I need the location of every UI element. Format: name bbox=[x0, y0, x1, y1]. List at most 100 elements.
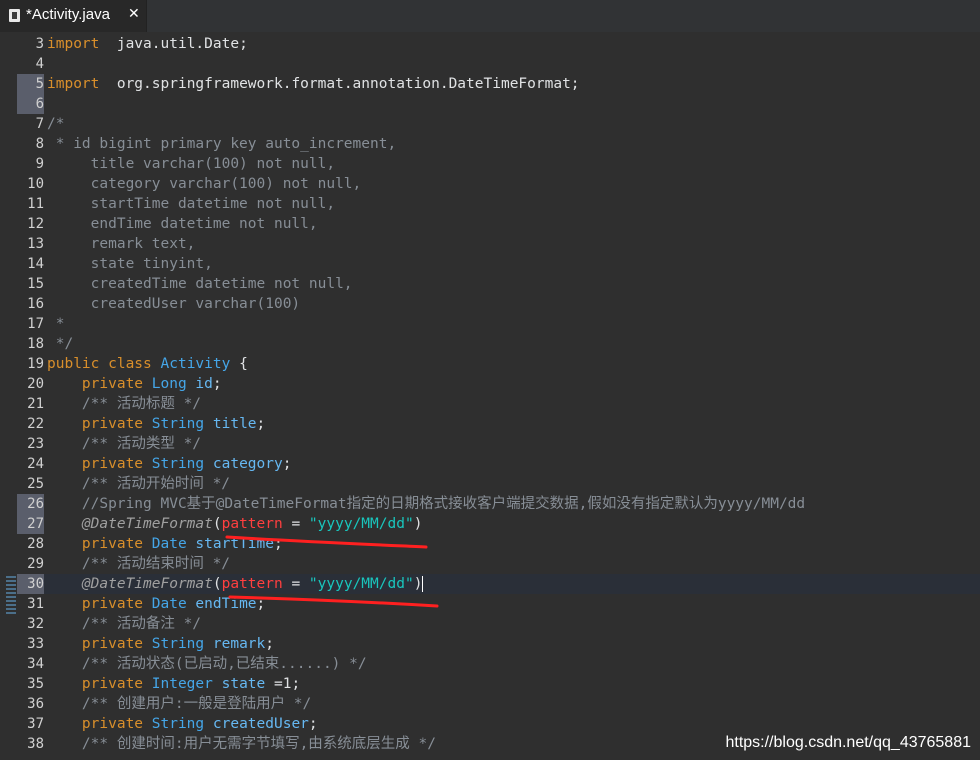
code-token: /* bbox=[47, 116, 65, 132]
code-line[interactable]: 15 createdTime datetime not null, bbox=[0, 274, 980, 294]
code-text: /** 创建时间:用户无需字节填写,由系统底层生成 */ bbox=[47, 734, 436, 754]
code-line[interactable]: 36 /** 创建用户:一般是登陆用户 */ bbox=[0, 694, 980, 714]
code-token: ) bbox=[413, 576, 423, 592]
blog-watermark: https://blog.csdn.net/qq_43765881 bbox=[725, 734, 971, 751]
code-line[interactable]: 30 @DateTimeFormat(pattern = "yyyy/MM/dd… bbox=[0, 574, 980, 594]
code-line[interactable]: 37 private String createdUser; bbox=[0, 714, 980, 734]
code-line[interactable]: 8 * id bigint primary key auto_increment… bbox=[0, 134, 980, 154]
line-number: 31 bbox=[27, 596, 44, 612]
line-number: 29 bbox=[27, 556, 44, 572]
code-text: private Long id; bbox=[47, 374, 222, 394]
code-line[interactable]: 28 private Date startTime; bbox=[0, 534, 980, 554]
line-number: 34 bbox=[27, 656, 44, 672]
code-line[interactable]: 10 category varchar(100) not null, bbox=[0, 174, 980, 194]
line-number: 35 bbox=[27, 676, 44, 692]
code-token: = bbox=[282, 516, 309, 532]
code-token: endTime datetime not null, bbox=[47, 216, 318, 232]
code-token: "yyyy/MM/dd" bbox=[308, 516, 414, 532]
code-line[interactable]: 4 bbox=[0, 54, 980, 74]
code-token: /** 活动状态(已启动,已结束......) */ bbox=[47, 656, 367, 672]
line-number: 5 bbox=[35, 76, 44, 92]
code-line[interactable]: 6 bbox=[0, 94, 980, 114]
code-token: String bbox=[151, 416, 213, 432]
code-token: ; bbox=[256, 596, 266, 612]
line-number: 4 bbox=[35, 56, 44, 72]
code-line[interactable]: 26 //Spring MVC基于@DateTimeFormat指定的日期格式接… bbox=[0, 494, 980, 514]
code-line[interactable]: 19 public class Activity { bbox=[0, 354, 980, 374]
code-line[interactable]: 22 private String title; bbox=[0, 414, 980, 434]
code-token: startTime datetime not null, bbox=[47, 196, 336, 212]
code-editor[interactable]: 3 import java.util.Date; 4 5 import org.spri… bbox=[0, 34, 980, 760]
line-number: 20 bbox=[27, 376, 44, 392]
line-number: 24 bbox=[27, 456, 44, 472]
code-token: ( bbox=[212, 576, 222, 592]
code-token: state bbox=[221, 676, 274, 692]
code-text: private Date startTime; bbox=[47, 534, 283, 554]
code-line[interactable]: 14 state tinyint, bbox=[0, 254, 980, 274]
code-line[interactable]: 21 /** 活动标题 */ bbox=[0, 394, 980, 414]
line-number: 22 bbox=[27, 416, 44, 432]
code-token: createdUser varchar(100) bbox=[47, 296, 301, 312]
code-text: */ bbox=[47, 334, 73, 354]
code-token: ; bbox=[282, 456, 292, 472]
code-text: /** 活动状态(已启动,已结束......) */ bbox=[47, 654, 367, 674]
code-line[interactable]: 7/* bbox=[0, 114, 980, 134]
code-text: category varchar(100) not null, bbox=[47, 174, 362, 194]
line-number: 12 bbox=[27, 216, 44, 232]
code-token: import bbox=[47, 36, 100, 52]
code-token: /** 活动标题 */ bbox=[47, 396, 202, 412]
code-line[interactable]: 35 private Integer state =1; bbox=[0, 674, 980, 694]
code-token: @DateTimeFormat bbox=[81, 516, 213, 532]
code-line[interactable]: 3 import java.util.Date; bbox=[0, 34, 980, 54]
code-line[interactable]: 31 private Date endTime; bbox=[0, 594, 980, 614]
code-token: org.springframework.format.annotation.Da… bbox=[99, 76, 580, 92]
line-number: 8 bbox=[35, 136, 44, 152]
code-text: import org.springframework.format.annota… bbox=[47, 74, 580, 94]
line-number: 16 bbox=[27, 296, 44, 312]
code-line[interactable]: 23 /** 活动类型 */ bbox=[0, 434, 980, 454]
code-token: Date bbox=[151, 536, 196, 552]
code-text: /** 活动结束时间 */ bbox=[47, 554, 230, 574]
code-text: @DateTimeFormat(pattern = "yyyy/MM/dd") bbox=[47, 514, 423, 534]
code-token: private bbox=[81, 376, 152, 392]
code-token: = bbox=[282, 576, 309, 592]
code-line[interactable]: 33 private String remark; bbox=[0, 634, 980, 654]
tab-activity-java[interactable]: *Activity.java ✕ bbox=[0, 0, 147, 32]
code-text: /** 活动类型 */ bbox=[47, 434, 201, 454]
code-line[interactable]: 18 */ bbox=[0, 334, 980, 354]
code-line[interactable]: 24 private String category; bbox=[0, 454, 980, 474]
close-icon[interactable]: ✕ bbox=[128, 6, 140, 22]
code-line[interactable]: 34 /** 活动状态(已启动,已结束......) */ bbox=[0, 654, 980, 674]
code-line[interactable]: 25 /** 活动开始时间 */ bbox=[0, 474, 980, 494]
code-line[interactable]: 27 @DateTimeFormat(pattern = "yyyy/MM/dd… bbox=[0, 514, 980, 534]
line-number: 21 bbox=[27, 396, 44, 412]
code-line[interactable]: 12 endTime datetime not null, bbox=[0, 214, 980, 234]
code-text: createdTime datetime not null, bbox=[47, 274, 353, 294]
code-token: /** 活动类型 */ bbox=[47, 436, 202, 452]
code-line[interactable]: 32 /** 活动备注 */ bbox=[0, 614, 980, 634]
line-number: 38 bbox=[27, 736, 44, 752]
code-token: private bbox=[81, 536, 152, 552]
code-text: /** 创建用户:一般是登陆用户 */ bbox=[47, 694, 311, 714]
code-token: createdUser bbox=[212, 716, 309, 732]
code-line[interactable]: 11 startTime datetime not null, bbox=[0, 194, 980, 214]
code-text: createdUser varchar(100) bbox=[47, 294, 301, 314]
code-text: /** 活动开始时间 */ bbox=[47, 474, 230, 494]
code-line[interactable]: 17 * bbox=[0, 314, 980, 334]
code-text: private String title; bbox=[47, 414, 265, 434]
code-line[interactable]: 16 createdUser varchar(100) bbox=[0, 294, 980, 314]
line-number: 32 bbox=[27, 616, 44, 632]
code-line[interactable]: 29 /** 活动结束时间 */ bbox=[0, 554, 980, 574]
code-token: { bbox=[230, 356, 248, 372]
code-line[interactable]: 20 private Long id; bbox=[0, 374, 980, 394]
code-line[interactable]: 13 remark text, bbox=[0, 234, 980, 254]
code-line[interactable]: 9 title varchar(100) not null, bbox=[0, 154, 980, 174]
tab-title: *Activity.java bbox=[26, 6, 110, 23]
code-token: String bbox=[151, 636, 213, 652]
line-number: 23 bbox=[27, 436, 44, 452]
code-text: //Spring MVC基于@DateTimeFormat指定的日期格式接收客户… bbox=[47, 494, 805, 514]
code-line[interactable]: 5 import org.springframework.format.annot… bbox=[0, 74, 980, 94]
code-token: category bbox=[212, 456, 283, 472]
